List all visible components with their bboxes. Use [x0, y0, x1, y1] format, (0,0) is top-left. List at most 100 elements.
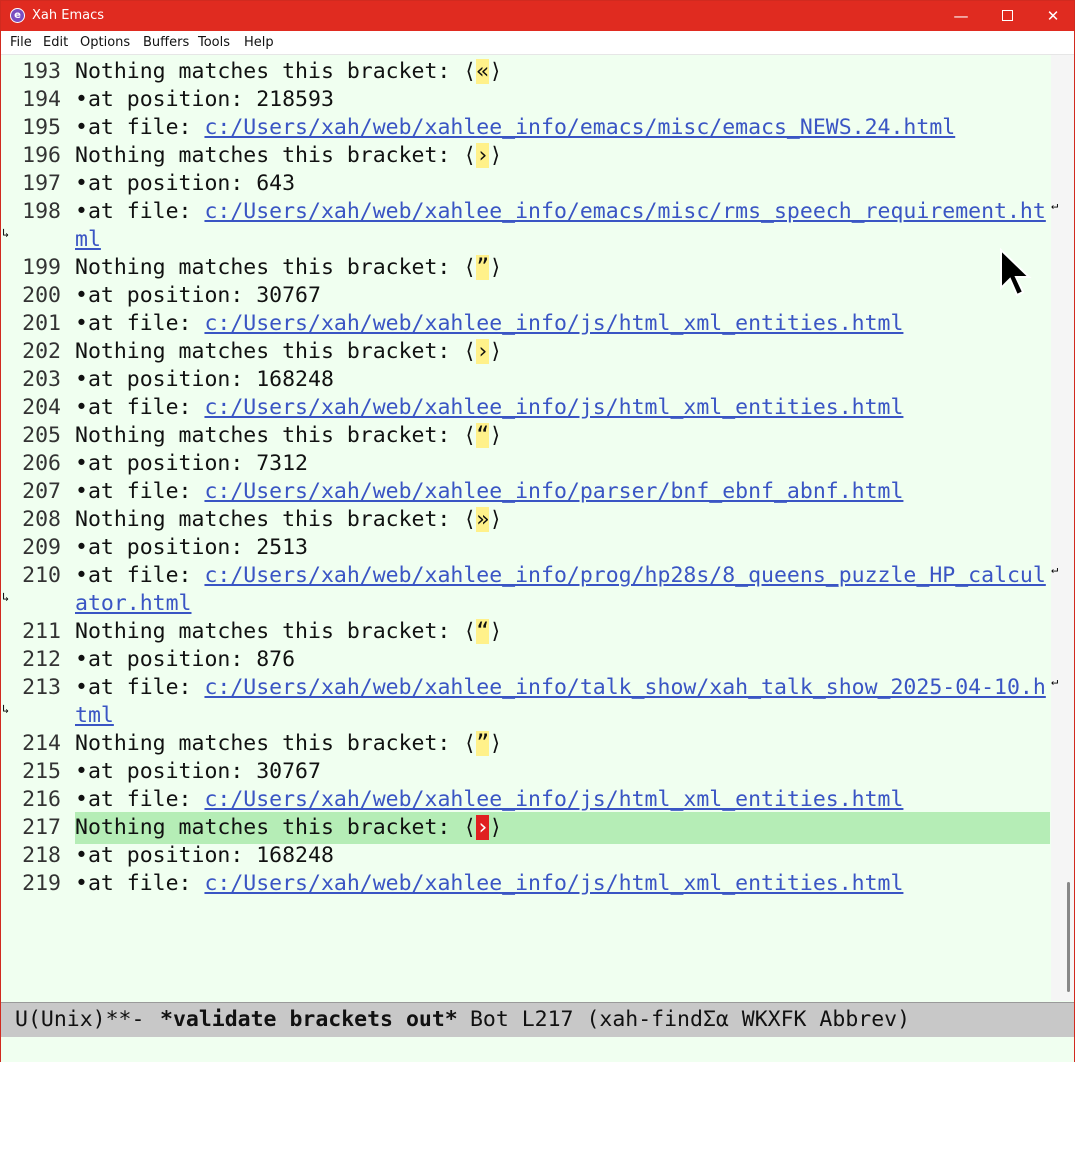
line-text: Nothing matches this bracket: ⟨”⟩: [75, 254, 502, 282]
line-number: 202: [22, 339, 61, 364]
buffer-line: 193 Nothing matches this bracket: ⟨«⟩: [1, 58, 1074, 86]
file-link[interactable]: c:/Users/xah/web/xahlee_info/parser/bnf_…: [204, 479, 903, 504]
line-text: •at file: c:/Users/xah/web/xahlee_info/j…: [75, 310, 903, 338]
bracket-close: ⟩: [489, 59, 503, 84]
line-number: 200: [22, 283, 61, 308]
buffer-line: 199 Nothing matches this bracket: ⟨”⟩: [1, 254, 1074, 282]
line-text: Nothing matches this bracket: ⟨“⟩: [75, 618, 502, 646]
mode-line: U(Unix)**- *validate brackets out* Bot L…: [1, 1002, 1074, 1037]
line-number: 210: [22, 563, 61, 588]
bracket-open: ⟨: [463, 507, 477, 532]
file-link[interactable]: c:/Users/xah/web/xahlee_info/js/html_xml…: [204, 787, 903, 812]
position-text: •at position: 30767: [75, 283, 321, 308]
file-link[interactable]: c:/Users/xah/web/xahlee_info/prog/hp28s/…: [204, 563, 1045, 588]
maximize-icon: [1001, 9, 1013, 21]
line-text: •at file: c:/Users/xah/web/xahlee_info/t…: [75, 674, 1046, 702]
bracket-open: ⟨: [463, 339, 477, 364]
line-number: 195: [22, 115, 61, 140]
unmatched-bracket-char: ›: [476, 143, 490, 168]
line-number: 196: [22, 143, 61, 168]
minibuffer[interactable]: [1, 1037, 1074, 1062]
bracket-close: ⟩: [489, 423, 503, 448]
wrap-arrow-icon: ↵: [1051, 674, 1059, 688]
file-link[interactable]: tml: [75, 703, 114, 728]
file-link[interactable]: c:/Users/xah/web/xahlee_info/emacs/misc/…: [204, 115, 955, 140]
line-text: •at file: c:/Users/xah/web/xahlee_info/j…: [75, 786, 903, 814]
file-link[interactable]: c:/Users/xah/web/xahlee_info/talk_show/x…: [204, 675, 1045, 700]
line-text: •at file: c:/Users/xah/web/xahlee_info/p…: [75, 562, 1046, 590]
file-label: •at file:: [75, 787, 205, 812]
menu-options[interactable]: Options: [80, 35, 130, 51]
buffer-line: 211 Nothing matches this bracket: ⟨“⟩: [1, 618, 1074, 646]
menu-buffers[interactable]: Buffers: [143, 35, 189, 51]
position-text: •at position: 876: [75, 647, 296, 672]
bracket-open: ⟨: [463, 423, 477, 448]
line-number: 207: [22, 479, 61, 504]
menu-edit[interactable]: Edit: [43, 35, 68, 51]
buffer-line: 209 •at position: 2513: [1, 534, 1074, 562]
maximize-button[interactable]: [984, 1, 1030, 31]
title-bar[interactable]: e Xah Emacs — ✕: [1, 1, 1074, 31]
line-number: 211: [22, 619, 61, 644]
message-text: Nothing matches this bracket:: [75, 731, 464, 756]
file-link[interactable]: ator.html: [75, 591, 192, 616]
editor-buffer[interactable]: 193 Nothing matches this bracket: ⟨«⟩ 194 •…: [1, 55, 1074, 1001]
line-text: •at file: c:/Users/xah/web/xahlee_info/e…: [75, 198, 1046, 226]
line-text: •at position: 876: [75, 646, 295, 674]
buffer-line: 203 •at position: 168248: [1, 366, 1074, 394]
buffer-line: 212 •at position: 876: [1, 646, 1074, 674]
minimize-button[interactable]: —: [938, 1, 984, 31]
menu-file[interactable]: File: [10, 35, 32, 51]
position-text: •at position: 7312: [75, 451, 308, 476]
file-label: •at file:: [75, 311, 205, 336]
line-text: •at file: c:/Users/xah/web/xahlee_info/p…: [75, 478, 903, 506]
file-link[interactable]: c:/Users/xah/web/xahlee_info/js/html_xml…: [204, 395, 903, 420]
buffer-line: 206 •at position: 7312: [1, 450, 1074, 478]
bracket-open: ⟨: [463, 143, 477, 168]
buffer-line: 194 •at position: 218593: [1, 86, 1074, 114]
file-link[interactable]: c:/Users/xah/web/xahlee_info/emacs/misc/…: [204, 199, 1045, 224]
menu-tools[interactable]: Tools: [198, 35, 230, 51]
line-text: •at position: 168248: [75, 366, 334, 394]
line-text: •at position: 30767: [75, 758, 321, 786]
line-text: •at file: c:/Users/xah/web/xahlee_info/e…: [75, 114, 955, 142]
bracket-close: ⟩: [489, 507, 503, 532]
line-text: •at position: 643: [75, 170, 295, 198]
line-number: 194: [22, 87, 61, 112]
buffer-line: 198 •at file: c:/Users/xah/web/xahlee_inf…: [1, 198, 1074, 226]
line-number: 208: [22, 507, 61, 532]
file-link[interactable]: ml: [75, 227, 101, 252]
modeline-buffer-name[interactable]: *validate brackets out*: [160, 1003, 458, 1037]
buffer-line: 215 •at position: 30767: [1, 758, 1074, 786]
line-number: 206: [22, 451, 61, 476]
bracket-open: ⟨: [463, 815, 477, 840]
wrap-arrow-icon: ↳: [2, 702, 10, 716]
line-number: 212: [22, 647, 61, 672]
position-text: •at position: 168248: [75, 367, 334, 392]
mouse-pointer-icon: [1000, 248, 1032, 297]
line-number: 201: [22, 311, 61, 336]
line-text: •at position: 30767: [75, 282, 321, 310]
file-link[interactable]: c:/Users/xah/web/xahlee_info/js/html_xml…: [204, 311, 903, 336]
scrollbar-thumb[interactable]: [1067, 882, 1070, 992]
line-text: ml: [75, 226, 101, 254]
emacs-window: e Xah Emacs — ✕ File Edit Options Buffer…: [0, 0, 1075, 1062]
line-number: 193: [22, 59, 61, 84]
window-title: Xah Emacs: [32, 8, 105, 23]
message-text: Nothing matches this bracket:: [75, 339, 464, 364]
close-button[interactable]: ✕: [1030, 1, 1075, 31]
message-text: Nothing matches this bracket:: [75, 507, 464, 532]
message-text: Nothing matches this bracket:: [75, 59, 464, 84]
menu-help[interactable]: Help: [244, 35, 274, 51]
position-text: •at position: 218593: [75, 87, 334, 112]
line-number: 203: [22, 367, 61, 392]
unmatched-bracket-char: “: [476, 423, 490, 448]
buffer-line: 218 •at position: 168248: [1, 842, 1074, 870]
buffer-line: 197 •at position: 643: [1, 170, 1074, 198]
position-text: •at position: 2513: [75, 535, 308, 560]
line-number: 216: [22, 787, 61, 812]
bracket-open: ⟨: [463, 255, 477, 280]
line-text: •at file: c:/Users/xah/web/xahlee_info/j…: [75, 870, 903, 898]
buffer-line: 202 Nothing matches this bracket: ⟨›⟩: [1, 338, 1074, 366]
file-link[interactable]: c:/Users/xah/web/xahlee_info/js/html_xml…: [204, 871, 903, 896]
